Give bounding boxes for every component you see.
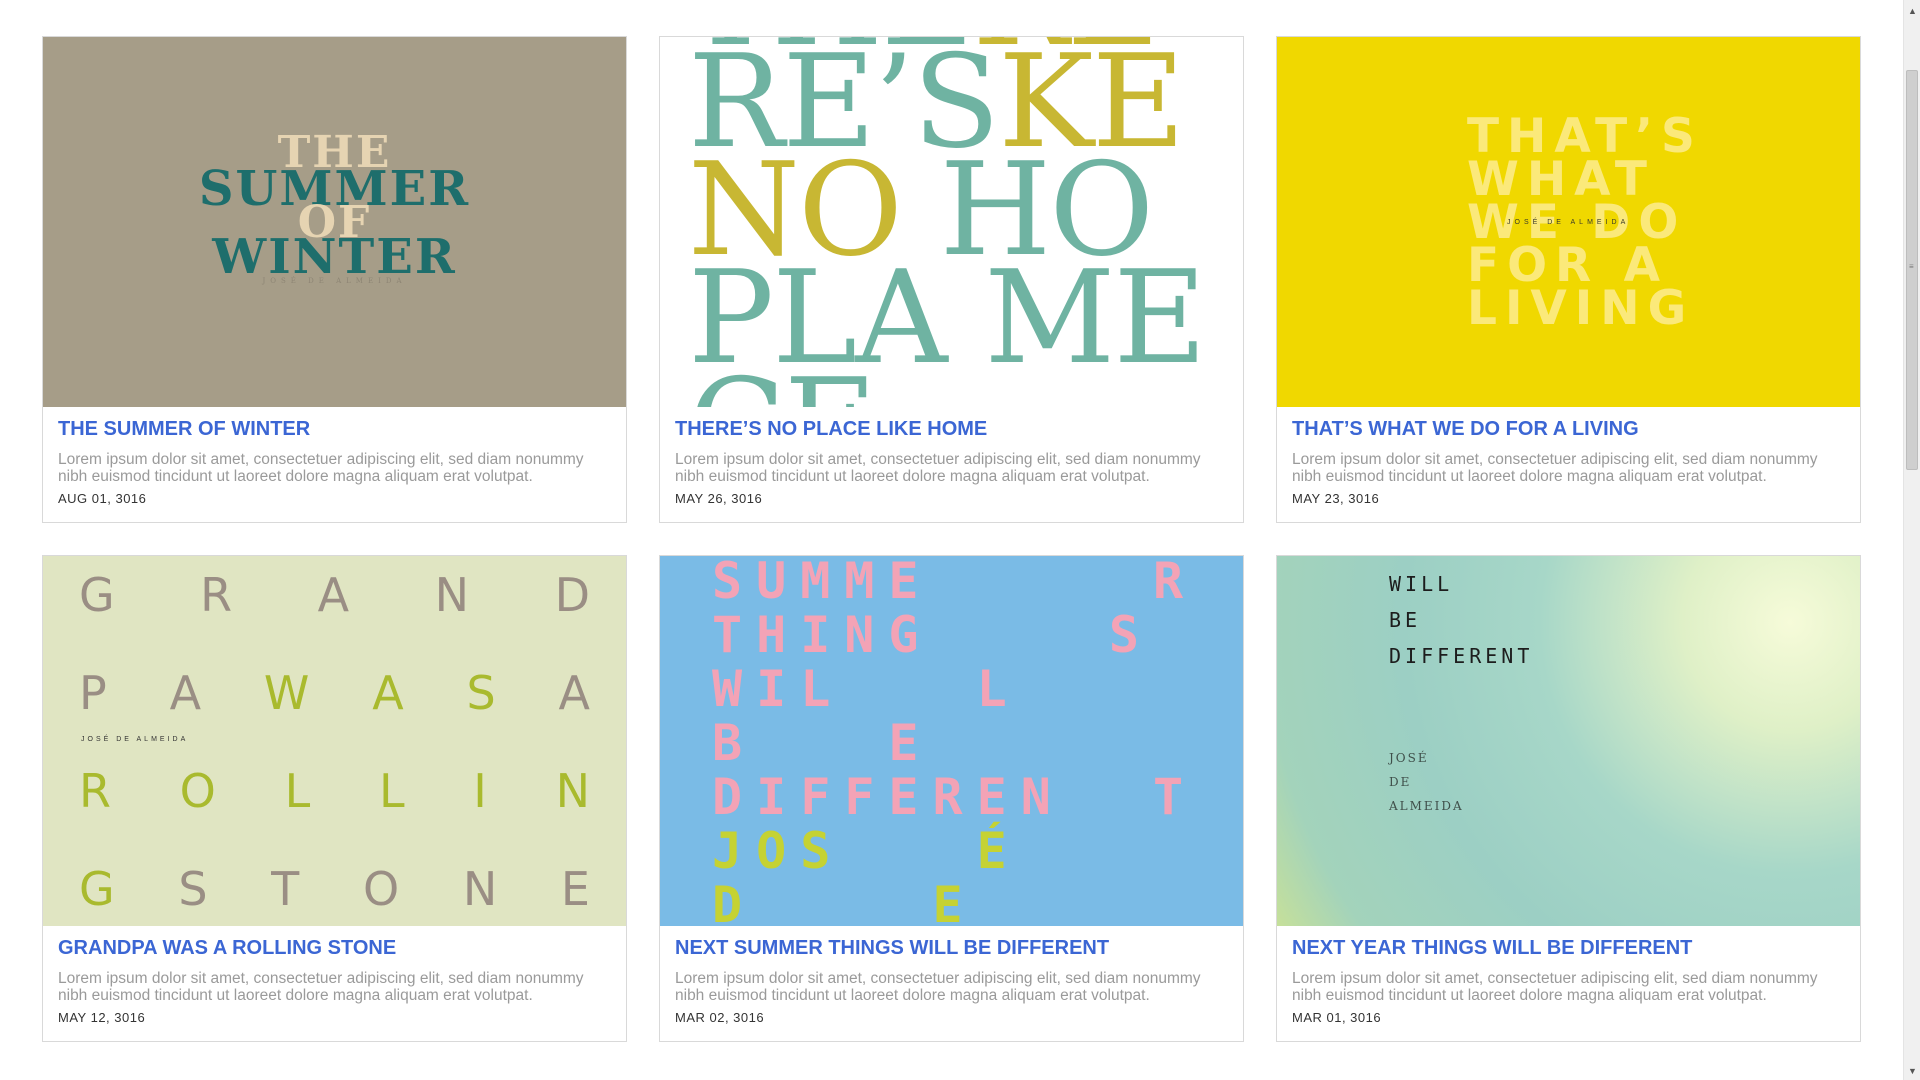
post-thumbnail[interactable]: GRAND PAWASA JOSÉ DE ALMEIDA ROLLIN GSTO… [43,556,626,926]
grip-icon: ≡ [1909,262,1914,271]
thumb-author: DE [1389,775,1412,789]
post-excerpt: Lorem ipsum dolor sit amet, consectetuer… [1292,451,1818,485]
post-thumbnail[interactable]: SUMME R THING S WIL L B E DIFFEREN T JOS… [660,556,1243,926]
post-title-link[interactable]: GRANDPA WAS A ROLLING STONE [58,936,611,960]
scroll-up-arrow-icon[interactable]: ▲ [1908,6,1917,16]
post-excerpt: Lorem ipsum dolor sit amet, consectetuer… [675,970,1201,1004]
post-date: AUG 01, 3016 [58,491,147,506]
thumb-author: JOSÉ DE ALMEIDA [81,736,189,743]
thumb-text: LIVING [1467,281,1695,336]
thumb-text: WILL [1389,572,1454,596]
post-card[interactable]: SUMME R THING S WIL L B E DIFFEREN T JOS… [659,555,1244,1042]
post-meta: THAT’S WHAT WE DO FOR A LIVING Lorem ips… [1292,417,1845,506]
thumb-art-row: B E [712,714,933,772]
post-date: MAY 23, 3016 [1292,491,1380,506]
thumb-text: BE [1389,608,1422,632]
thumb-author: JOSÉ DE ALMEIDA [1507,219,1630,226]
post-card[interactable]: THAT’S WHAT WE DO FOR A LIVING JOSÉ DE A… [1276,36,1861,523]
scrollbar-thumb[interactable]: ≡ [1906,70,1918,470]
thumb-art-row: JOS É [712,822,1021,880]
post-meta: GRANDPA WAS A ROLLING STONE Lorem ipsum … [58,936,611,1025]
post-date: MAY 12, 3016 [58,1010,146,1025]
thumb-art-row: ROLLIN [79,764,590,818]
post-title-link[interactable]: NEXT YEAR THINGS WILL BE DIFFERENT [1292,936,1845,960]
post-meta: NEXT YEAR THINGS WILL BE DIFFERENT Lorem… [1292,936,1845,1025]
post-meta: THE SUMMER OF WINTER Lorem ipsum dolor s… [58,417,611,506]
thumb-art-row: SUMME R [712,556,1198,610]
post-date: MAR 02, 3016 [675,1010,765,1025]
post-card[interactable]: WILL BE DIFFERENT JOSÉ DE ALMEIDA NEXT Y… [1276,555,1861,1042]
vertical-scrollbar[interactable]: ▲ ≡ ▼ [1903,0,1920,1080]
thumb-art-row: D E [712,876,977,926]
thumb-art-row: WIL L [712,660,1021,718]
thumb-art-row: THING S [712,606,1154,664]
thumb-author: ALMEIDA [1389,799,1464,813]
post-card[interactable]: THE SUMMER OF WINTER JOSÉ DE ALMEIDA THE… [42,36,627,523]
post-thumbnail[interactable]: THERE RE’SKE NO HO PLA ME CE [660,37,1243,407]
thumb-art-row: DIFFEREN T [712,768,1198,826]
thumb-art-row: GRAND [79,568,590,622]
post-excerpt: Lorem ipsum dolor sit amet, consectetuer… [1292,970,1818,1004]
post-excerpt: Lorem ipsum dolor sit amet, consectetuer… [58,970,584,1004]
post-meta: THERE’S NO PLACE LIKE HOME Lorem ipsum d… [675,417,1228,506]
post-date: MAR 01, 3016 [1292,1010,1382,1025]
post-title-link[interactable]: THAT’S WHAT WE DO FOR A LIVING [1292,417,1845,441]
thumb-author: JOSÉ DE ALMEIDA [262,277,407,285]
post-meta: NEXT SUMMER THINGS WILL BE DIFFERENT Lor… [675,936,1228,1025]
thumb-art-row: CE [688,363,877,408]
thumb-author: JOSÉ [1389,751,1429,765]
thumb-art-row: PAWASA [79,666,590,720]
post-card[interactable]: THERE RE’SKE NO HO PLA ME CE THERE’S NO … [659,36,1244,523]
thumb-art-row: GSTONE [79,862,590,916]
post-thumbnail[interactable]: THE SUMMER OF WINTER JOSÉ DE ALMEIDA [43,37,626,407]
post-title-link[interactable]: THERE’S NO PLACE LIKE HOME [675,417,1228,441]
post-title-link[interactable]: THE SUMMER OF WINTER [58,417,611,441]
post-excerpt: Lorem ipsum dolor sit amet, consectetuer… [58,451,584,485]
scroll-down-arrow-icon[interactable]: ▼ [1908,1066,1917,1076]
post-title-link[interactable]: NEXT SUMMER THINGS WILL BE DIFFERENT [675,936,1228,960]
post-thumbnail[interactable]: THAT’S WHAT WE DO FOR A LIVING JOSÉ DE A… [1277,37,1860,407]
post-card[interactable]: GRAND PAWASA JOSÉ DE ALMEIDA ROLLIN GSTO… [42,555,627,1042]
post-date: MAY 26, 3016 [675,491,763,506]
post-excerpt: Lorem ipsum dolor sit amet, consectetuer… [675,451,1201,485]
thumb-text: DIFFERENT [1389,644,1534,668]
post-thumbnail[interactable]: WILL BE DIFFERENT JOSÉ DE ALMEIDA [1277,556,1860,926]
